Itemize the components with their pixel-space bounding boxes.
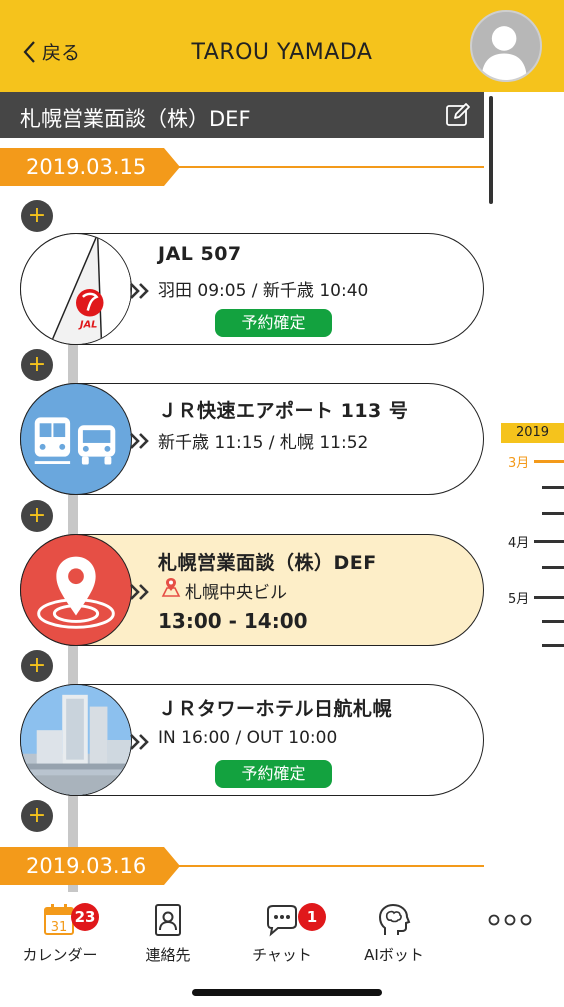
- double-chevron-right-icon: [130, 584, 149, 600]
- date-header: 2019.03.16: [0, 847, 180, 885]
- year-label: 2019: [501, 423, 564, 443]
- month-tick-current: [534, 460, 564, 463]
- ai-head-icon: [378, 903, 411, 935]
- nav-label: チャット: [252, 946, 312, 964]
- week-tick: [542, 644, 564, 647]
- jal-logo-text: JAL: [78, 319, 98, 330]
- date-header: 2019.03.15: [0, 148, 180, 186]
- month-tick: [534, 596, 564, 599]
- chat-bubble-icon: [267, 905, 297, 937]
- card-detail: 羽田 09:05 / 新千歳 10:40: [158, 281, 369, 301]
- status-badge: 予約確定: [215, 760, 332, 788]
- card-detail: 新千歳 11:15 / 札幌 11:52: [158, 433, 369, 453]
- week-tick: [542, 620, 564, 623]
- user-avatar-icon[interactable]: [470, 10, 542, 82]
- edit-icon[interactable]: [444, 101, 472, 129]
- calendar-badge: 23: [71, 903, 99, 931]
- calendar-icon-day: 31: [51, 920, 68, 935]
- week-tick: [542, 566, 564, 569]
- nav-contacts[interactable]: 連絡先: [108, 894, 228, 974]
- timeline-card-hotel[interactable]: ＪＲタワーホテル日航札幌 IN 16:00 / OUT 10:00 予約確定: [20, 684, 484, 796]
- nav-label: 連絡先: [145, 946, 191, 964]
- location-pin-icon: [20, 534, 132, 646]
- contacts-icon: [155, 904, 181, 936]
- hotel-building-icon: [20, 684, 132, 796]
- add-item-button[interactable]: +: [21, 800, 53, 832]
- home-indicator[interactable]: [192, 989, 382, 996]
- meeting-time: 13:00 - 14:00: [158, 609, 308, 633]
- week-tick: [542, 486, 564, 489]
- month-label[interactable]: 5月: [508, 588, 529, 607]
- timeline-card-train[interactable]: ＪＲ快速エアポート 113 号 新千歳 11:15 / 札幌 11:52: [20, 383, 484, 495]
- status-badge: 予約確定: [215, 309, 332, 337]
- week-tick: [542, 512, 564, 515]
- date-divider: [164, 166, 484, 168]
- add-item-button[interactable]: +: [21, 349, 53, 381]
- double-chevron-right-icon: [130, 734, 149, 750]
- person-silhouette-icon: [481, 26, 527, 80]
- nav-chat[interactable]: 1 チャット: [222, 894, 342, 974]
- map-pin-icon: [161, 578, 181, 597]
- nav-calendar[interactable]: 31 23 カレンダー: [0, 894, 120, 974]
- month-label-current[interactable]: 3月: [508, 452, 529, 471]
- nav-label: AIボット: [364, 946, 424, 964]
- month-label[interactable]: 4月: [508, 532, 529, 551]
- card-title: ＪＲ快速エアポート 113 号: [158, 400, 409, 422]
- nav-label: カレンダー: [22, 946, 98, 964]
- card-title: 札幌営業面談（株）DEF: [158, 552, 377, 574]
- chat-badge: 1: [298, 903, 326, 931]
- double-chevron-right-icon: [130, 433, 149, 449]
- card-title: JAL 507: [158, 243, 242, 265]
- card-detail: IN 16:00 / OUT 10:00: [158, 728, 338, 748]
- timeline-card-meeting[interactable]: 札幌営業面談（株）DEF 札幌中央ビル 13:00 - 14:00: [20, 534, 484, 646]
- card-title: ＪＲタワーホテル日航札幌: [158, 698, 393, 720]
- nav-aibot[interactable]: AIボット: [334, 894, 454, 974]
- more-dots-icon[interactable]: [486, 912, 534, 928]
- event-title: 札幌営業面談（株）DEF: [20, 107, 251, 131]
- train-bus-icon: [20, 383, 132, 495]
- meeting-place: 札幌中央ビル: [185, 583, 287, 603]
- date-divider: [164, 865, 484, 867]
- vertical-scrollbar[interactable]: [489, 96, 493, 204]
- add-item-button[interactable]: +: [21, 500, 53, 532]
- month-tick: [534, 540, 564, 543]
- app-header: 戻る TAROU YAMADA: [0, 0, 564, 92]
- jal-logo-icon: JAL: [20, 233, 132, 345]
- add-item-button[interactable]: +: [21, 200, 53, 232]
- double-chevron-right-icon: [130, 283, 149, 299]
- add-item-button[interactable]: +: [21, 650, 53, 682]
- timeline-card-flight[interactable]: JAL JAL 507 羽田 09:05 / 新千歳 10:40 予約確定: [20, 233, 484, 345]
- event-title-bar: 札幌営業面談（株）DEF: [0, 92, 484, 138]
